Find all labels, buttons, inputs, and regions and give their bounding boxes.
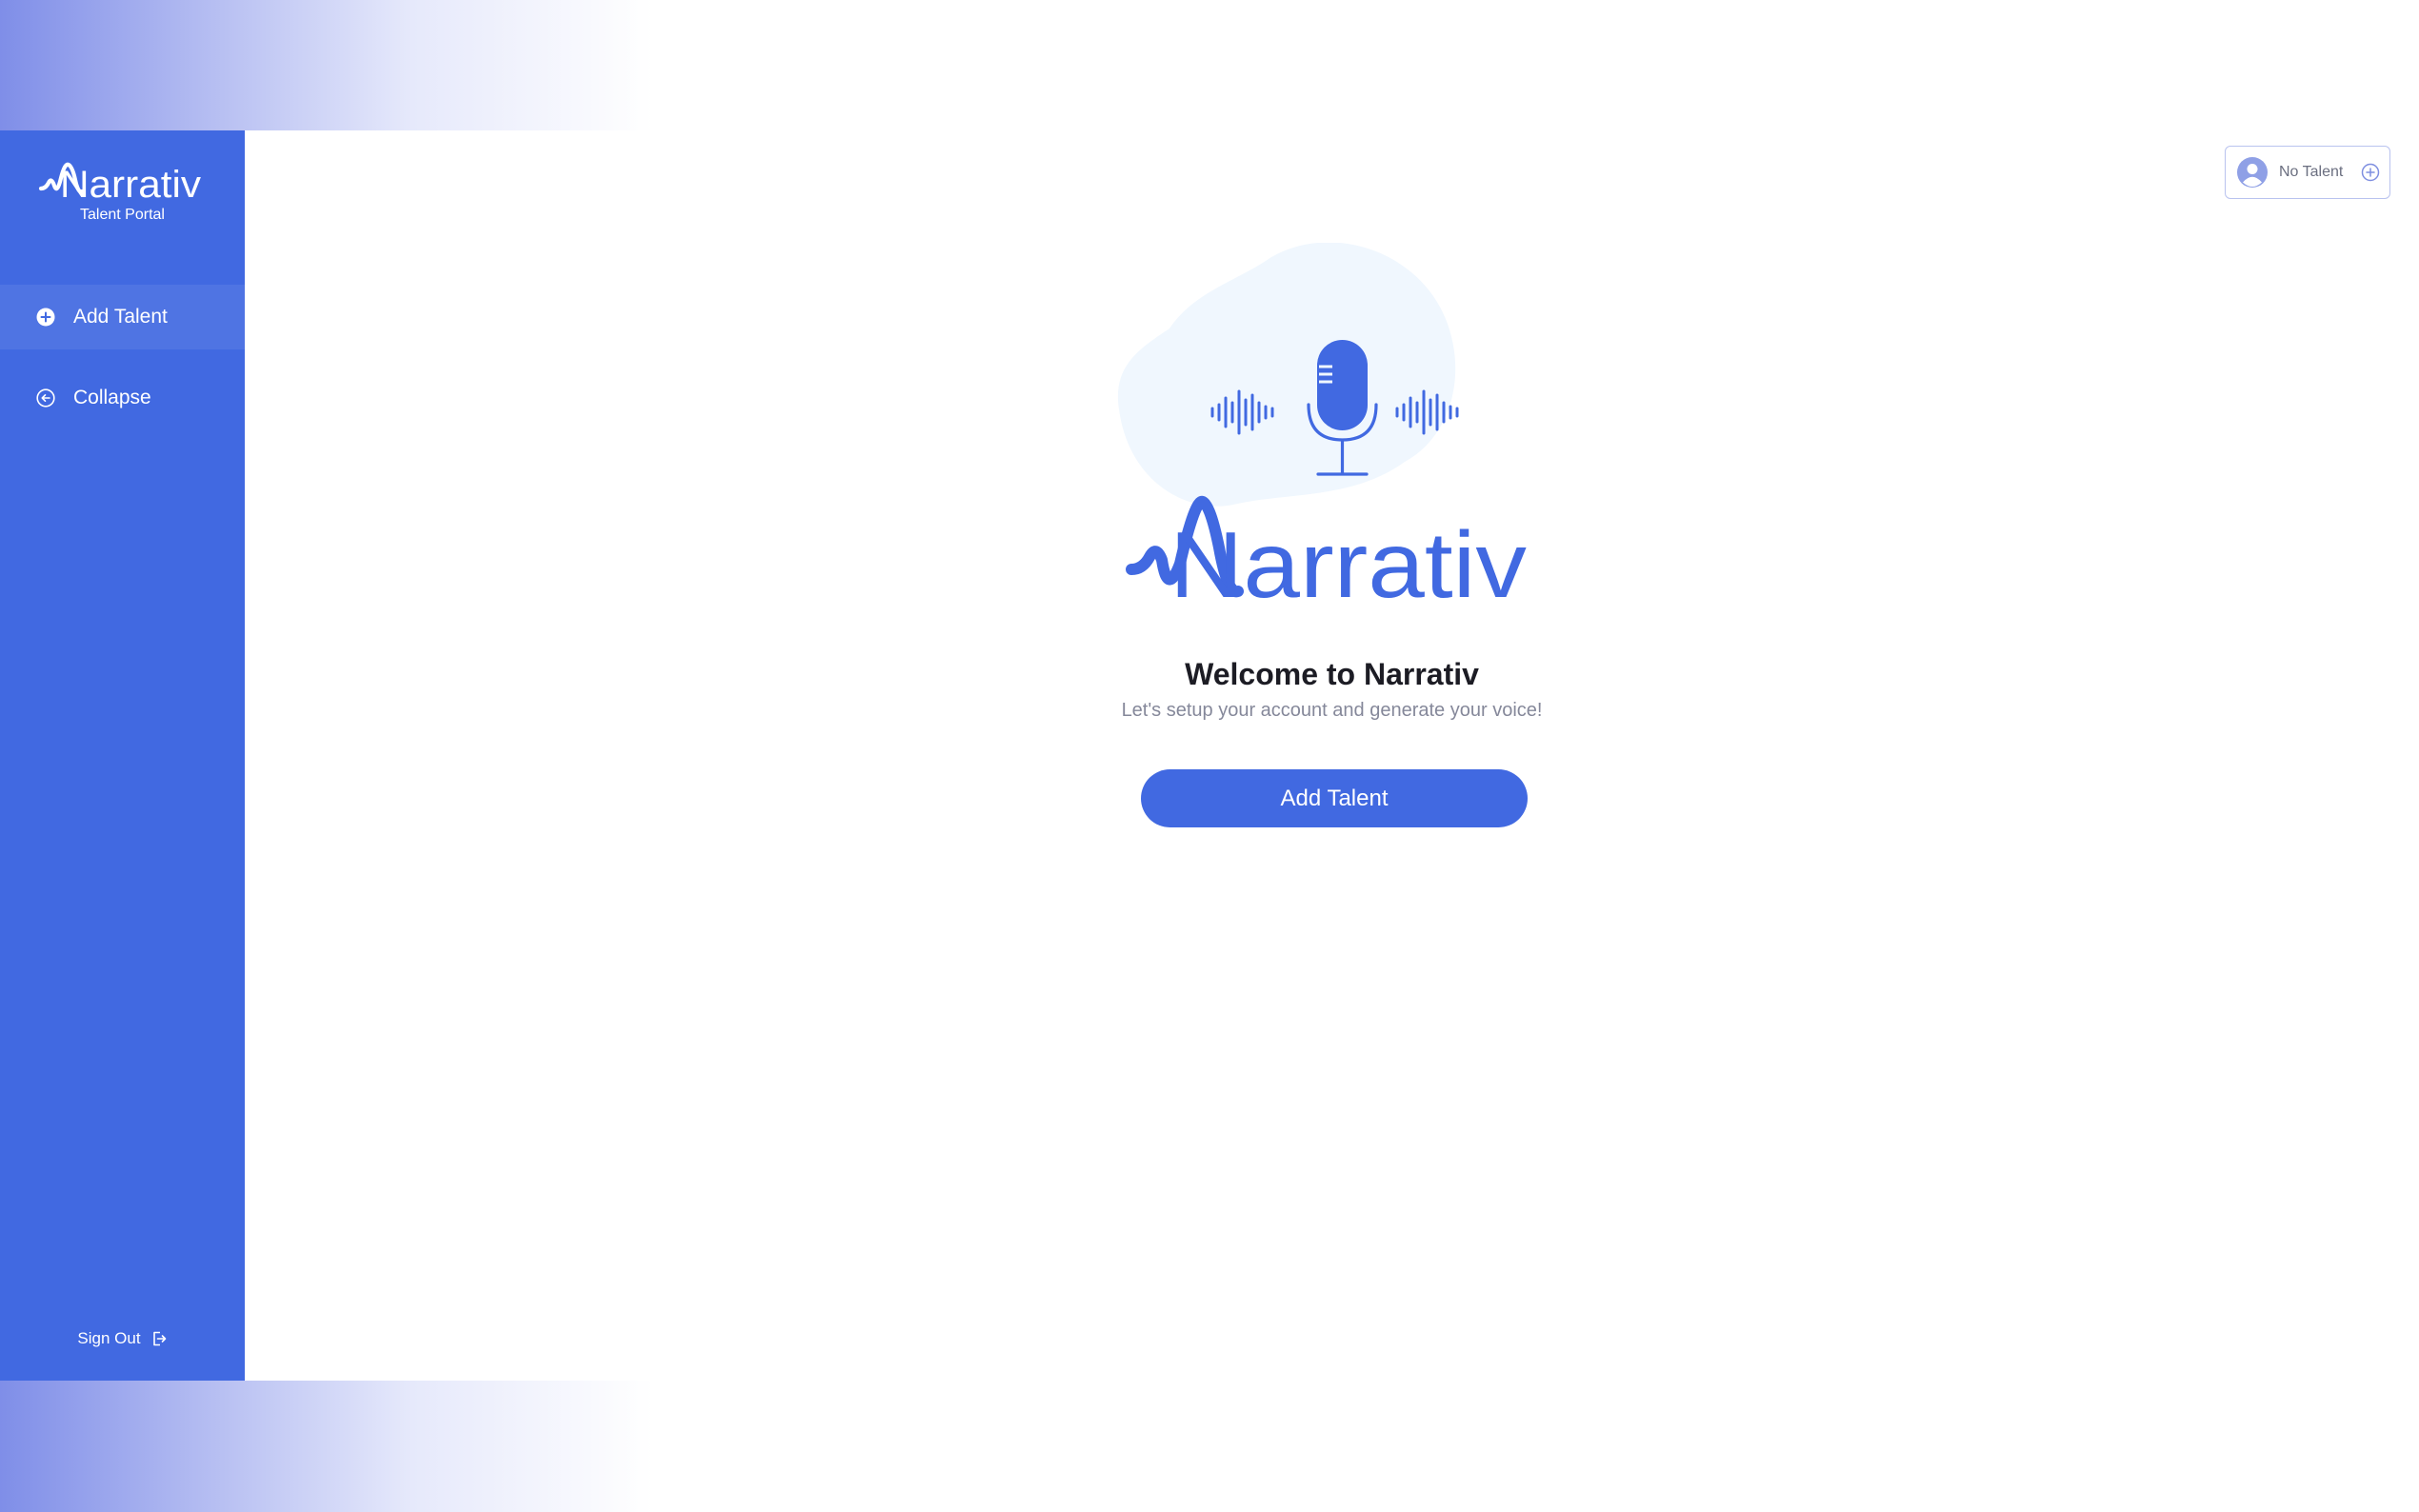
sidebar-logo-text: Narrativ <box>60 164 201 205</box>
sidebar-logo: Narrativ Talent Portal <box>0 157 245 224</box>
sidebar-item-label: Collapse <box>73 387 151 408</box>
user-avatar-icon <box>2237 157 2268 188</box>
top-gradient-band <box>0 0 2419 130</box>
sign-out-label: Sign Out <box>77 1329 141 1347</box>
narrativ-logo-icon: Narrativ <box>38 162 201 205</box>
sidebar-item-add-talent[interactable]: Add Talent <box>0 285 245 349</box>
hero-illustration: Narrativ <box>1117 243 1527 614</box>
talent-selector[interactable]: No Talent <box>2225 146 2390 199</box>
hero-brand-logo: Narrativ <box>1126 495 1527 614</box>
sidebar-logo-subtitle: Talent Portal <box>80 207 165 223</box>
page-subtitle: Let's setup your account and generate yo… <box>1121 700 1543 721</box>
plus-circle-icon[interactable] <box>2361 163 2380 182</box>
talent-selector-label: No Talent <box>2279 164 2344 180</box>
sign-out-icon <box>150 1330 168 1347</box>
hero-background-blob <box>1117 243 1456 507</box>
plus-circle-icon <box>36 308 55 327</box>
app-page: Narrativ Talent Portal Add Talent Collap… <box>0 0 2419 1512</box>
hero-brand-text: Narrativ <box>1170 512 1527 614</box>
page-title: Welcome to Narrativ <box>1185 657 1479 691</box>
sign-out-button[interactable]: Sign Out <box>0 1329 245 1348</box>
sidebar: Narrativ Talent Portal Add Talent Collap… <box>0 130 245 1381</box>
bottom-gradient-band <box>0 1381 2419 1512</box>
sidebar-item-label: Add Talent <box>73 306 168 328</box>
arrow-left-circle-icon <box>36 388 55 408</box>
add-talent-button[interactable]: Add Talent <box>1141 769 1528 827</box>
sidebar-item-collapse[interactable]: Collapse <box>0 366 245 430</box>
